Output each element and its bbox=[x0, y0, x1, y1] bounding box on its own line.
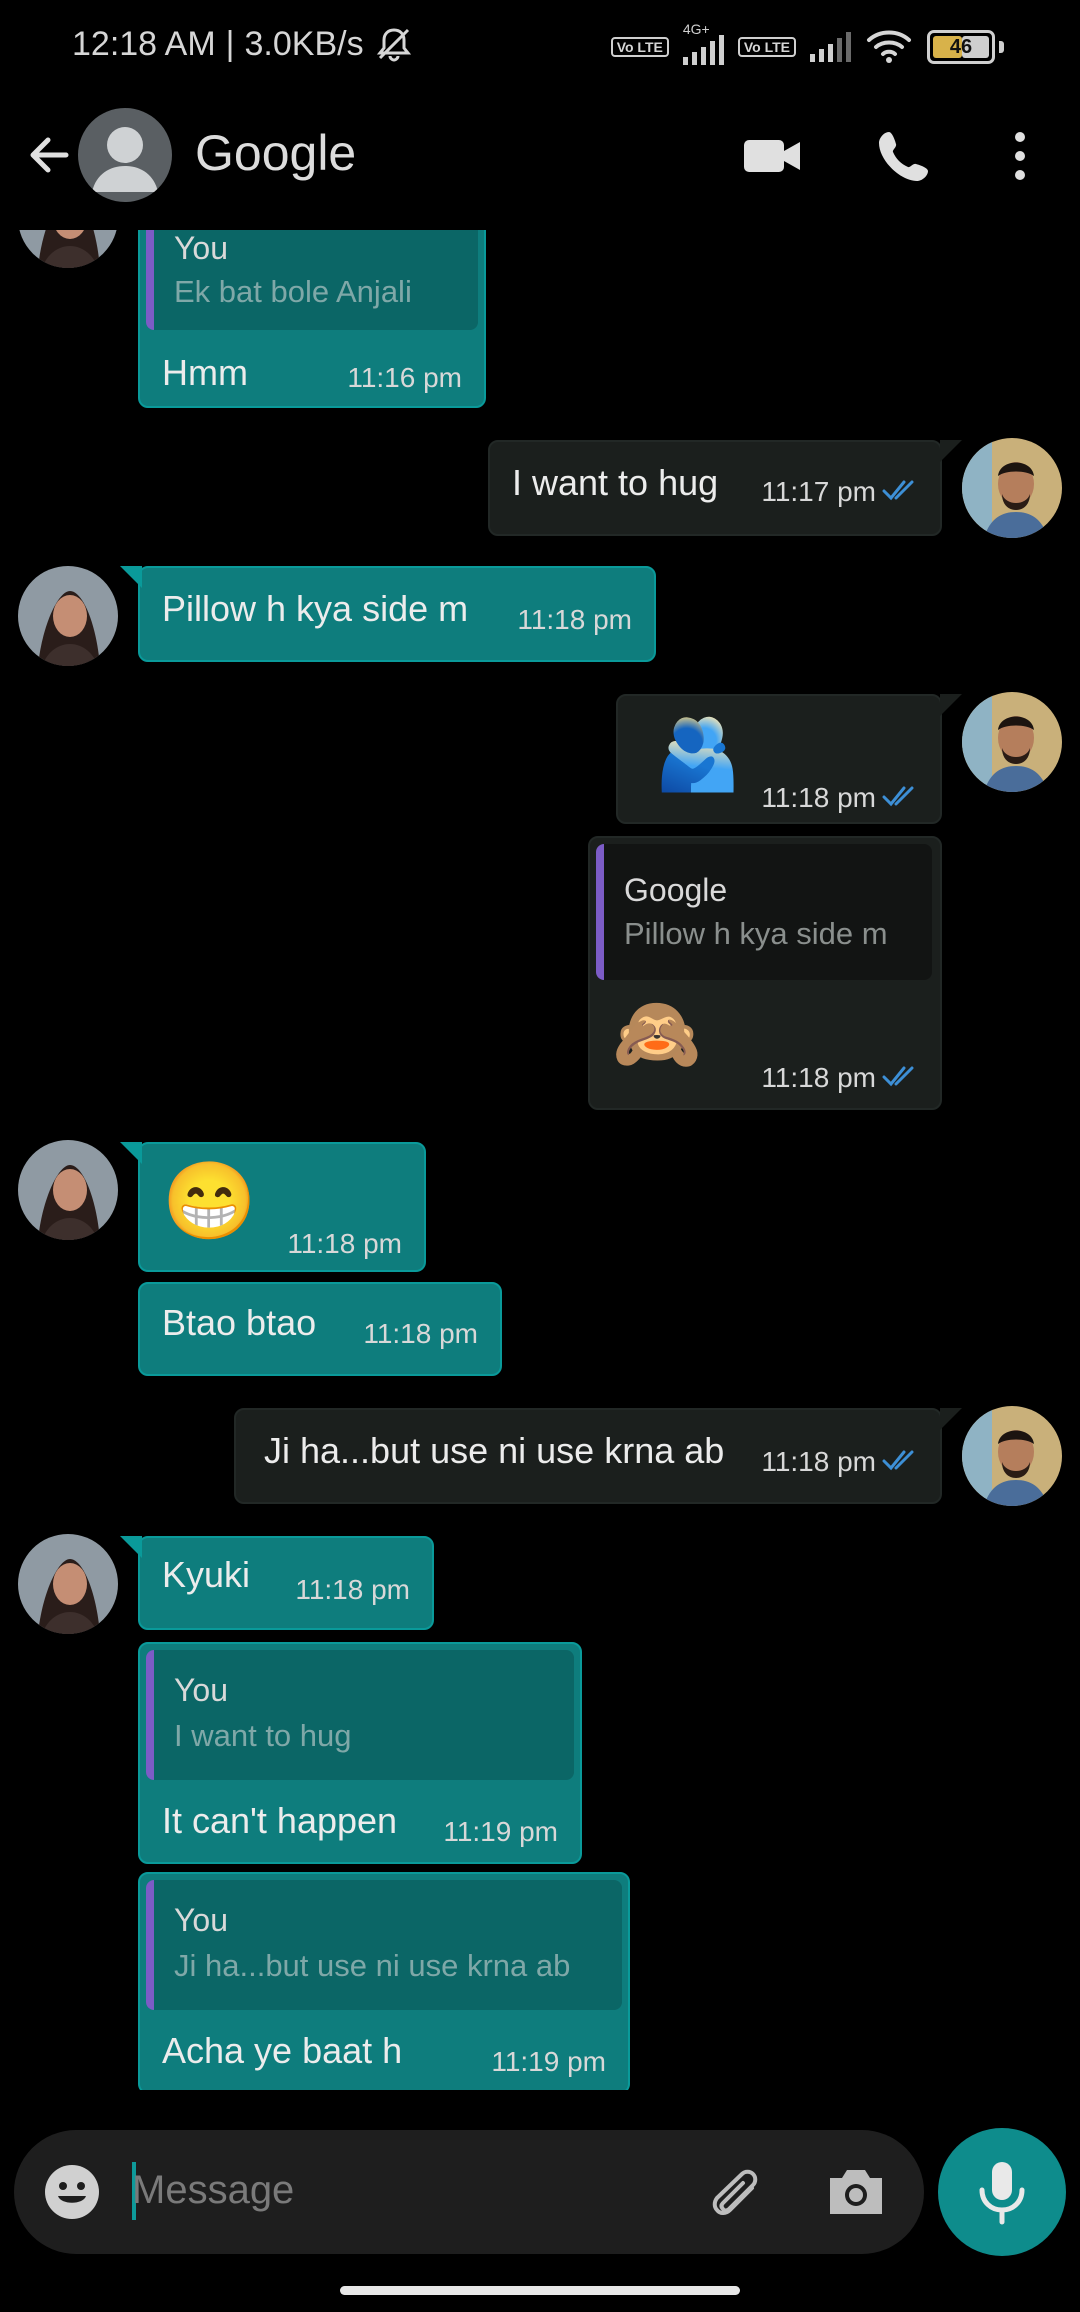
message-bubble-incoming[interactable]: Btao btao 11:18 pm bbox=[138, 1282, 502, 1376]
message-text: It can't happen bbox=[162, 1800, 398, 1841]
message-time: 11:19 pm bbox=[443, 1816, 558, 1847]
message-text: Pillow h kya side m bbox=[162, 588, 469, 629]
message-time: 11:17 pm bbox=[761, 476, 876, 507]
bell-off-icon bbox=[376, 28, 411, 62]
signal-icon bbox=[682, 35, 724, 65]
camera-icon[interactable] bbox=[824, 2162, 888, 2222]
message-bubble-outgoing[interactable]: Ji ha...but use ni use krna ab 11:18 pm bbox=[234, 1408, 962, 1504]
contact-name[interactable]: Google bbox=[195, 124, 356, 182]
message-text: Hmm bbox=[162, 352, 248, 393]
message-bubble-incoming[interactable]: Kyuki 11:18 pm bbox=[120, 1536, 434, 1630]
network-type: 4G+ bbox=[682, 21, 710, 37]
message-bubble-outgoing[interactable]: I want to hug 11:17 pm bbox=[488, 440, 962, 536]
message-time: 11:18 pm bbox=[761, 1062, 876, 1093]
sender-avatar[interactable] bbox=[18, 230, 118, 268]
video-call-icon[interactable] bbox=[740, 124, 804, 188]
status-right: Vo LTE 4G+ Vo LTE 46 bbox=[610, 21, 1004, 66]
message-bubble-incoming[interactable]: You I want to hug It can't happen 11:19 … bbox=[138, 1642, 582, 1864]
more-options-icon[interactable] bbox=[988, 124, 1052, 188]
status-bar: 12:18 AM | 3.0KB/s Vo LTE 4G+ Vo LTE 46 bbox=[0, 0, 1080, 96]
message-text: Btao btao bbox=[162, 1302, 317, 1343]
message-bubble-incoming[interactable]: You Ek bat bole Anjali Hmm 11:16 pm bbox=[138, 230, 486, 408]
message-time: 11:18 pm bbox=[295, 1574, 410, 1605]
message-text: Acha ye baat h bbox=[162, 2030, 403, 2071]
sender-avatar[interactable] bbox=[18, 1140, 118, 1240]
home-indicator[interactable] bbox=[340, 2286, 740, 2295]
read-ticks-icon bbox=[882, 480, 914, 501]
my-avatar[interactable] bbox=[962, 692, 1062, 792]
message-input[interactable]: Message bbox=[132, 2168, 294, 2213]
volte-badge-2: Vo LTE bbox=[737, 37, 796, 57]
message-text: Kyuki bbox=[162, 1554, 251, 1595]
my-avatar[interactable] bbox=[962, 1406, 1062, 1506]
signal-icon-2 bbox=[810, 32, 851, 62]
message-emoji: 🫂 bbox=[654, 715, 742, 793]
message-bubble-outgoing[interactable]: Google Pillow h kya side m 🙈 11:18 pm bbox=[588, 836, 942, 1110]
microphone-icon bbox=[979, 2162, 1025, 2225]
message-bubble-incoming[interactable]: You Ji ha...but use ni use krna ab Acha … bbox=[138, 1872, 630, 2090]
status-speed: 3.0KB/s bbox=[244, 24, 364, 63]
battery-icon: 46 bbox=[927, 30, 995, 64]
profile-photo bbox=[962, 438, 1062, 538]
message-time: 11:18 pm bbox=[517, 604, 632, 635]
sender-avatar[interactable] bbox=[18, 566, 118, 666]
profile-photo bbox=[962, 1406, 1062, 1506]
profile-photo bbox=[18, 1534, 118, 1634]
profile-photo bbox=[962, 692, 1062, 792]
read-ticks-icon bbox=[882, 786, 914, 807]
quoted-reply[interactable]: Google Pillow h kya side m bbox=[596, 844, 932, 980]
status-time: 12:18 AM bbox=[72, 24, 216, 63]
chat-messages[interactable]: You Ek bat bole Anjali Hmm 11:16 pm I wa… bbox=[0, 230, 1080, 2090]
message-bubble-incoming[interactable]: Pillow h kya side m 11:18 pm bbox=[120, 566, 656, 662]
phone-call-icon[interactable] bbox=[872, 124, 936, 188]
wifi-icon bbox=[867, 30, 911, 63]
profile-photo bbox=[18, 1140, 118, 1240]
message-text: Ji ha...but use ni use krna ab bbox=[264, 1430, 725, 1471]
sender-avatar[interactable] bbox=[18, 1534, 118, 1634]
quoted-reply[interactable]: You Ji ha...but use ni use krna ab bbox=[146, 1880, 622, 2010]
emoji-icon[interactable] bbox=[42, 2162, 102, 2222]
voice-record-button[interactable] bbox=[938, 2128, 1066, 2256]
chat-header: Google bbox=[0, 100, 1080, 212]
contact-avatar[interactable] bbox=[78, 108, 172, 202]
message-bubble-outgoing[interactable]: 🫂 11:18 pm bbox=[616, 694, 962, 824]
quoted-reply[interactable]: You Ek bat bole Anjali bbox=[146, 230, 478, 330]
quoted-reply[interactable]: You I want to hug bbox=[146, 1650, 574, 1780]
profile-photo bbox=[18, 566, 118, 666]
message-bubble-incoming[interactable]: 😁 11:18 pm bbox=[120, 1142, 426, 1272]
message-time: 11:16 pm bbox=[347, 362, 462, 393]
volte-badge: Vo LTE bbox=[610, 37, 669, 57]
message-time: 11:18 pm bbox=[761, 782, 876, 813]
message-composer[interactable]: Message bbox=[14, 2130, 924, 2254]
battery-level: 46 bbox=[949, 35, 973, 58]
my-avatar[interactable] bbox=[962, 438, 1062, 538]
read-ticks-icon bbox=[882, 1450, 914, 1471]
message-time: 11:18 pm bbox=[363, 1318, 478, 1349]
message-emoji: 😁 bbox=[162, 1159, 257, 1244]
message-text: I want to hug bbox=[512, 462, 719, 503]
back-arrow-icon[interactable] bbox=[20, 126, 78, 184]
signal-sim1: 4G+ bbox=[682, 21, 724, 65]
read-ticks-icon bbox=[882, 1066, 914, 1087]
message-time: 11:19 pm bbox=[491, 2046, 606, 2077]
message-time: 11:18 pm bbox=[287, 1228, 402, 1259]
status-left: 12:18 AM | 3.0KB/s bbox=[72, 24, 414, 64]
message-emoji: 🙈 bbox=[612, 994, 702, 1074]
message-time: 11:18 pm bbox=[761, 1446, 876, 1477]
profile-photo bbox=[18, 230, 118, 268]
attach-icon[interactable] bbox=[704, 2160, 768, 2224]
default-avatar-icon bbox=[92, 127, 158, 192]
